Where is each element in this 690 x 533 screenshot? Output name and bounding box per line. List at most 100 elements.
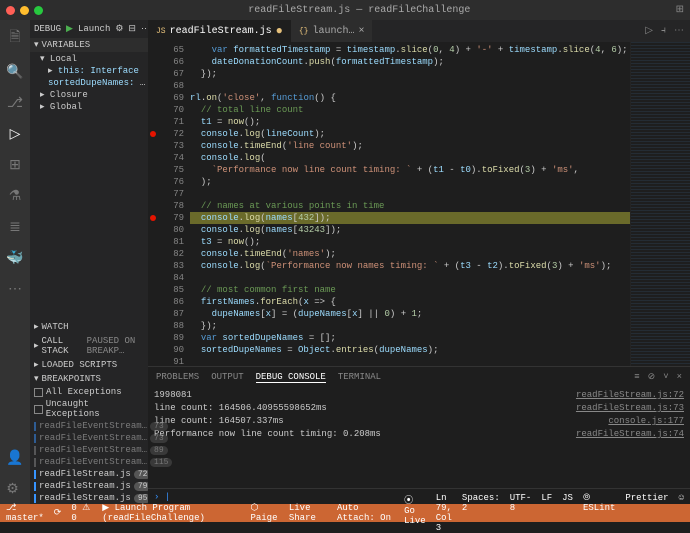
max-traffic[interactable]: [34, 6, 43, 15]
source-link[interactable]: readFileStream.js:72: [576, 389, 684, 402]
source-link[interactable]: readFileStream.js:74: [576, 428, 684, 441]
line-number[interactable]: 84: [148, 272, 184, 284]
breakpoint-item[interactable]: readFileEventStream…89: [30, 444, 148, 456]
breakpoint-item[interactable]: readFileEventStream…115: [30, 456, 148, 468]
code-line[interactable]: [190, 356, 630, 366]
status-item[interactable]: ⎇ master*: [6, 503, 44, 523]
breakpoint-item[interactable]: readFileStream.js72: [30, 468, 148, 480]
status-item[interactable]: ▶ Launch Program (readFileChallenge): [102, 503, 240, 523]
line-number[interactable]: 69: [148, 92, 184, 104]
var-this[interactable]: ▸ this: Interface: [40, 65, 148, 77]
checkbox[interactable]: [34, 388, 43, 397]
code-line[interactable]: console.log(names[432]);: [190, 212, 630, 224]
scope-local[interactable]: ▾ Local: [40, 53, 148, 65]
code-line[interactable]: // total line count: [190, 104, 630, 116]
debug-config[interactable]: Launch: [78, 24, 110, 34]
line-number[interactable]: 65: [148, 44, 184, 56]
status-item[interactable]: ⦿ Go Live: [404, 493, 426, 533]
line-number[interactable]: 71: [148, 116, 184, 128]
editor-tab[interactable]: {}launch…×: [291, 20, 373, 42]
status-item[interactable]: Ln 79, Col 3: [436, 493, 452, 533]
sec-watch[interactable]: ▸ WATCH: [30, 320, 148, 334]
sec-breakpoints[interactable]: ▾ BREAKPOINTS: [30, 372, 148, 386]
breakpoint-item[interactable]: readFileEventStream…73: [30, 420, 148, 432]
checkbox[interactable]: [34, 458, 36, 467]
line-number[interactable]: 77: [148, 188, 184, 200]
code-line[interactable]: [190, 272, 630, 284]
status-item[interactable]: 0 ⚠ 0: [71, 503, 92, 523]
gear-icon[interactable]: ⚙: [6, 481, 23, 498]
code-editor[interactable]: 6566676869707172737475767778798081828384…: [148, 42, 690, 366]
checkbox[interactable]: [34, 482, 36, 491]
sec-variables[interactable]: ▾ VARIABLES: [30, 38, 148, 52]
code-line[interactable]: // names at various points in time: [190, 200, 630, 212]
line-number[interactable]: 83: [148, 260, 184, 272]
checkbox[interactable]: [34, 470, 36, 479]
bp-all-exceptions[interactable]: All Exceptions: [30, 386, 148, 398]
line-number[interactable]: 72: [148, 128, 184, 140]
status-item[interactable]: UTF-8: [510, 493, 532, 533]
line-number[interactable]: 68: [148, 80, 184, 92]
line-number[interactable]: 78: [148, 200, 184, 212]
code-line[interactable]: t3 = now();: [190, 236, 630, 248]
sec-callstack[interactable]: ▸ CALL STACK PAUSED ON BREAKP…: [30, 334, 148, 358]
line-number[interactable]: 82: [148, 248, 184, 260]
line-number[interactable]: 74: [148, 152, 184, 164]
explorer-icon[interactable]: 🗎: [9, 26, 20, 50]
line-number[interactable]: 67: [148, 68, 184, 80]
code-line[interactable]: t1 = now();: [190, 116, 630, 128]
code-lines[interactable]: var formattedTimestamp = timestamp.slice…: [190, 42, 630, 366]
code-line[interactable]: dateDonationCount.push(formattedTimestam…: [190, 56, 630, 68]
line-number[interactable]: 75: [148, 164, 184, 176]
checkbox[interactable]: [34, 405, 43, 414]
code-line[interactable]: // most common first name: [190, 284, 630, 296]
scope-global[interactable]: ▸ Global: [40, 101, 148, 113]
checkbox[interactable]: [34, 434, 36, 443]
code-line[interactable]: dupeNames[x] = (dupeNames[x] || 0) + 1;: [190, 308, 630, 320]
status-item[interactable]: Live Share: [289, 503, 327, 523]
debug-output[interactable]: 1998081line count: 164506.40955598652msl…: [154, 389, 576, 486]
code-line[interactable]: console.timeEnd('line count');: [190, 140, 630, 152]
breakpoint-item[interactable]: readFileEventStream…73: [30, 432, 148, 444]
code-line[interactable]: );: [190, 176, 630, 188]
gear-icon[interactable]: ⚙: [115, 24, 123, 34]
docker-icon[interactable]: 🐳: [6, 250, 23, 267]
minimap[interactable]: [630, 42, 690, 366]
breakpoint-item[interactable]: readFileStream.js79: [30, 480, 148, 492]
code-line[interactable]: var sortedDupeNames = [];: [190, 332, 630, 344]
line-number[interactable]: 87: [148, 308, 184, 320]
checkbox[interactable]: [34, 494, 36, 503]
code-line[interactable]: sortedDupeNames = Object.entries(dupeNam…: [190, 344, 630, 356]
line-number[interactable]: 88: [148, 320, 184, 332]
sec-loaded[interactable]: ▸ LOADED SCRIPTS: [30, 358, 148, 372]
line-number[interactable]: 91: [148, 356, 184, 366]
search-icon[interactable]: 🔍: [6, 64, 23, 81]
start-debug-icon[interactable]: ▶: [66, 24, 73, 34]
more-icon[interactable]: ⋯: [674, 25, 684, 37]
code-line[interactable]: var formattedTimestamp = timestamp.slice…: [190, 44, 630, 56]
close-icon[interactable]: ×: [677, 372, 682, 382]
code-line[interactable]: console.timeEnd('names');: [190, 248, 630, 260]
panel-tab[interactable]: PROBLEMS: [156, 372, 199, 382]
line-number[interactable]: 73: [148, 140, 184, 152]
status-item[interactable]: JS: [562, 493, 573, 533]
console-icon[interactable]: ⊟: [128, 24, 136, 34]
clear-icon[interactable]: ⊘: [648, 372, 656, 382]
filter-icon[interactable]: ≡: [634, 372, 639, 382]
panel-tab[interactable]: TERMINAL: [338, 372, 381, 382]
bp-uncaught[interactable]: Uncaught Exceptions: [30, 398, 148, 420]
status-item[interactable]: ☺: [679, 493, 684, 533]
min-traffic[interactable]: [20, 6, 29, 15]
code-line[interactable]: });: [190, 320, 630, 332]
scm-icon[interactable]: ⎇: [7, 95, 23, 112]
line-number[interactable]: 70: [148, 104, 184, 116]
line-number[interactable]: 89: [148, 332, 184, 344]
line-number[interactable]: 85: [148, 284, 184, 296]
line-number[interactable]: 86: [148, 296, 184, 308]
source-link[interactable]: console.js:177: [576, 415, 684, 428]
status-item[interactable]: Auto Attach: On: [337, 503, 394, 523]
code-line[interactable]: [190, 80, 630, 92]
checkbox[interactable]: [34, 422, 36, 431]
code-line[interactable]: rl.on('close', function() {: [190, 92, 630, 104]
status-item[interactable]: ⦾ ESLint: [583, 493, 615, 533]
